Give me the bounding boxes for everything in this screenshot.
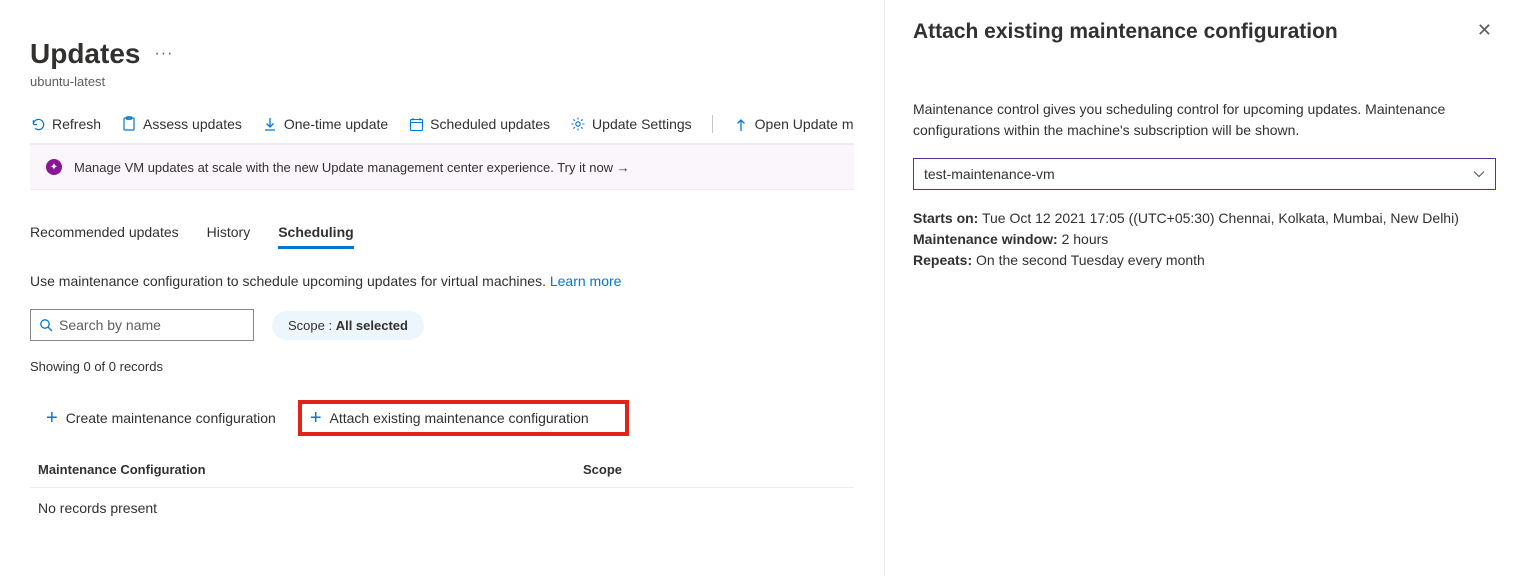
more-icon[interactable]: ··· <box>154 45 173 63</box>
settings-button[interactable]: Update Settings <box>570 116 692 132</box>
open-update-label: Open Update m <box>755 116 854 132</box>
tab-recommended[interactable]: Recommended updates <box>30 224 179 249</box>
table-header: Maintenance Configuration Scope <box>30 454 854 488</box>
banner-text: Manage VM updates at scale with the new … <box>74 160 630 175</box>
desc-text: Use maintenance configuration to schedul… <box>30 273 550 289</box>
tabs: Recommended updates History Scheduling <box>30 224 854 249</box>
search-input[interactable] <box>59 317 245 333</box>
config-dropdown[interactable]: test-maintenance-vm <box>913 158 1496 190</box>
toolbar: Refresh Assess updates One-time update S… <box>30 107 854 144</box>
tab-history[interactable]: History <box>207 224 251 249</box>
scope-filter[interactable]: Scope : All selected <box>272 311 424 340</box>
repeats-value: On the second Tuesday every month <box>972 252 1205 268</box>
learn-more-link[interactable]: Learn more <box>550 273 622 289</box>
attach-config-button[interactable]: + Attach existing maintenance configurat… <box>298 400 629 436</box>
create-config-label: Create maintenance configuration <box>66 410 276 426</box>
refresh-label: Refresh <box>52 116 101 132</box>
starts-on-label: Starts on: <box>913 210 978 226</box>
window-label: Maintenance window: <box>913 231 1058 247</box>
download-icon <box>262 116 278 132</box>
scope-value: All selected <box>336 318 408 333</box>
scope-label: Scope : <box>288 318 336 333</box>
tab-scheduling[interactable]: Scheduling <box>278 224 353 249</box>
repeats-label: Repeats: <box>913 252 972 268</box>
assess-button[interactable]: Assess updates <box>121 116 242 132</box>
create-config-button[interactable]: + Create maintenance configuration <box>36 400 286 436</box>
dropdown-value: test-maintenance-vm <box>924 166 1055 182</box>
gear-icon <box>570 116 586 132</box>
column-scope[interactable]: Scope <box>583 462 846 477</box>
scheduling-description: Use maintenance configuration to schedul… <box>30 273 854 289</box>
onetime-label: One-time update <box>284 116 388 132</box>
assess-label: Assess updates <box>143 116 242 132</box>
search-icon <box>39 318 53 332</box>
refresh-button[interactable]: Refresh <box>30 116 101 132</box>
settings-label: Update Settings <box>592 116 692 132</box>
panel-description: Maintenance control gives you scheduling… <box>913 99 1496 140</box>
open-update-button[interactable]: Open Update m <box>733 116 854 132</box>
page-subtitle: ubuntu-latest <box>30 74 854 89</box>
page-title: Updates <box>30 38 140 70</box>
scheduled-label: Scheduled updates <box>430 116 550 132</box>
close-icon[interactable]: ✕ <box>1473 18 1496 43</box>
side-panel: Attach existing maintenance configuratio… <box>884 0 1524 576</box>
search-input-wrapper[interactable] <box>30 309 254 341</box>
attach-config-label: Attach existing maintenance configuratio… <box>330 410 589 426</box>
config-details: Starts on: Tue Oct 12 2021 17:05 ((UTC+0… <box>913 208 1496 271</box>
refresh-icon <box>30 116 46 132</box>
calendar-icon <box>408 116 424 132</box>
record-count: Showing 0 of 0 records <box>30 359 854 374</box>
panel-title: Attach existing maintenance configuratio… <box>913 18 1338 45</box>
chevron-down-icon <box>1473 170 1485 178</box>
info-banner[interactable]: ✦ Manage VM updates at scale with the ne… <box>30 144 854 190</box>
scheduled-button[interactable]: Scheduled updates <box>408 116 550 132</box>
plus-icon: + <box>310 411 322 425</box>
compass-icon: ✦ <box>46 159 62 175</box>
plus-icon: + <box>46 411 58 425</box>
toolbar-separator <box>712 115 713 133</box>
arrow-up-icon <box>733 116 749 132</box>
no-records-message: No records present <box>30 488 854 528</box>
clipboard-icon <box>121 116 137 132</box>
onetime-button[interactable]: One-time update <box>262 116 388 132</box>
column-maintenance-config[interactable]: Maintenance Configuration <box>38 462 583 477</box>
window-value: 2 hours <box>1058 231 1109 247</box>
starts-on-value: Tue Oct 12 2021 17:05 ((UTC+05:30) Chenn… <box>978 210 1459 226</box>
